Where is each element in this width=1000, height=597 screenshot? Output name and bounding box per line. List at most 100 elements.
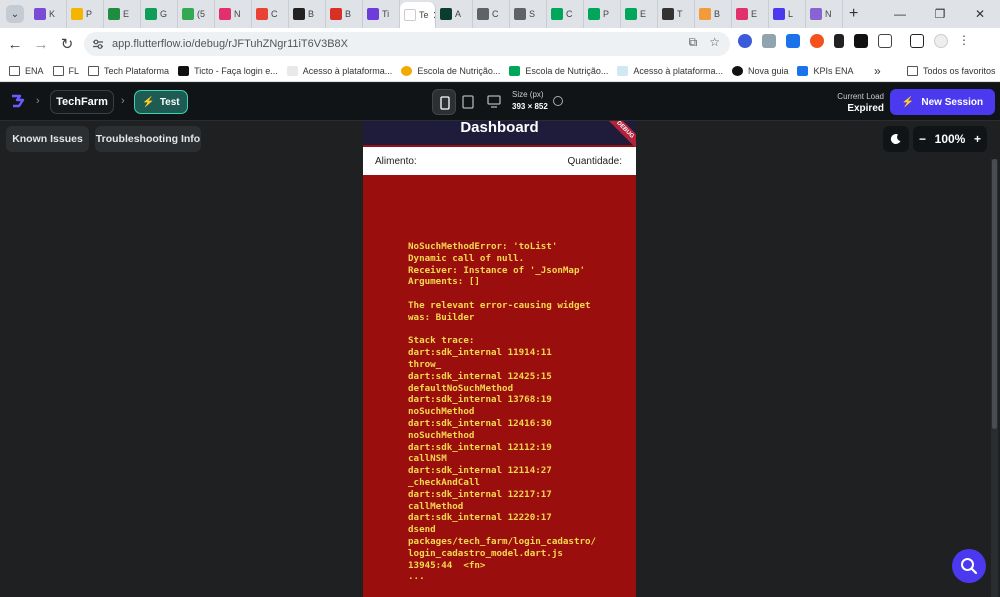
bookmark-item[interactable]: Ticto - Faça login e... (178, 65, 278, 76)
minimize-button[interactable]: — (880, 7, 920, 21)
tab-favicon (256, 8, 268, 20)
browser-tab[interactable]: C (473, 0, 510, 28)
browser-tab[interactable]: C (547, 0, 584, 28)
extension-notion-icon[interactable] (854, 34, 868, 48)
zoom-control: − 100% + (913, 126, 987, 152)
search-icon (961, 558, 978, 575)
browser-tab[interactable]: K (30, 0, 67, 28)
bookmark-item[interactable]: Acesso à plataforma... (617, 65, 723, 76)
bookmark-item[interactable]: Tech Plataforma (88, 65, 169, 76)
vertical-scrollbar[interactable] (991, 159, 998, 597)
browser-tab[interactable]: A (436, 0, 473, 28)
browser-tab[interactable]: T (658, 0, 695, 28)
bookmark-item[interactable]: ENA (9, 65, 44, 76)
tab-active[interactable]: Te ✕ (400, 2, 436, 28)
ena-icon (286, 65, 298, 76)
url-text[interactable]: app.flutterflow.io/debug/rJFTuhZNgr11iT6… (112, 38, 348, 50)
extensions-puzzle-icon[interactable] (878, 34, 892, 48)
dark-mode-toggle[interactable] (883, 126, 909, 152)
browser-tab[interactable]: Ti (363, 0, 400, 28)
app-bar: Dashboard (363, 121, 636, 145)
device-tablet-icon[interactable] (462, 95, 474, 109)
browser-tab[interactable]: E (621, 0, 658, 28)
known-issues-button[interactable]: Known Issues (6, 126, 89, 152)
bookmark-star-icon[interactable]: ☆ (709, 35, 720, 50)
open-in-app-icon[interactable]: ⧉ (689, 35, 698, 50)
browser-tab[interactable]: G (141, 0, 178, 28)
menu-kebab-icon[interactable]: ⋮ (958, 34, 970, 48)
more-bookmarks-icon[interactable]: » (874, 64, 881, 78)
moon-icon (890, 134, 901, 145)
profile-avatar[interactable] (934, 34, 948, 48)
device-desktop-icon[interactable] (487, 95, 501, 108)
tab-favicon (404, 9, 416, 21)
restore-button[interactable]: ❐ (920, 7, 960, 21)
tab-favicon (293, 8, 305, 20)
tab-favicon (182, 8, 194, 20)
bookmark-item[interactable]: Nova guia (731, 65, 788, 76)
device-size-display: Size (px) 393 × 852 (512, 89, 548, 113)
tab-label: (5 (197, 9, 206, 19)
browser-tab[interactable]: N (806, 0, 843, 28)
browser-tab[interactable]: E (104, 0, 141, 28)
search-fab-button[interactable] (952, 549, 986, 583)
test-mode-button[interactable]: ⚡ Test (134, 90, 188, 114)
scrollbar-thumb[interactable] (992, 159, 997, 429)
forward-icon[interactable]: → (28, 36, 54, 53)
column-alimento: Alimento: (375, 155, 417, 167)
browser-tab[interactable]: B (289, 0, 326, 28)
bookmark-item[interactable]: FL (52, 65, 79, 76)
zoom-in-button[interactable]: + (974, 132, 981, 146)
extension-doc-icon[interactable] (786, 34, 800, 48)
tab-label: C (492, 9, 499, 19)
bookmark-item[interactable]: Escola de Nutrição... (509, 65, 608, 76)
project-name-button[interactable]: TechFarm (50, 90, 114, 114)
side-panel-icon[interactable] (910, 34, 924, 48)
browser-tab[interactable]: B (695, 0, 732, 28)
troubleshooting-info-button[interactable]: Troubleshooting Info (95, 126, 201, 152)
folder-icon (52, 65, 64, 76)
bookmark-item[interactable]: Escola de Nutrição... (401, 65, 500, 76)
tab-label: C (271, 9, 278, 19)
breadcrumb-chevron-icon: › (121, 95, 125, 107)
bolt-icon: ⚡ (901, 96, 915, 108)
new-tab-button[interactable]: + (849, 5, 858, 23)
tab-favicon (330, 8, 342, 20)
browser-tab[interactable]: S (510, 0, 547, 28)
omnibox[interactable]: app.flutterflow.io/debug/rJFTuhZNgr11iT6… (84, 32, 730, 56)
bookmark-item[interactable]: KPIs ENA (797, 65, 854, 76)
site-settings-icon[interactable] (92, 38, 104, 50)
browser-tab[interactable]: (5 (178, 0, 215, 28)
error-message: NoSuchMethodError: 'toList' Dynamic call… (408, 241, 597, 583)
tab-search-dropdown-icon[interactable]: ⌄ (6, 5, 24, 23)
browser-tab[interactable]: B (326, 0, 363, 28)
table-header: Alimento: Quantidade: (363, 147, 636, 175)
extension-orange-icon[interactable] (810, 34, 824, 48)
close-window-button[interactable]: ✕ (960, 7, 1000, 21)
extension-gear-icon[interactable] (738, 34, 752, 48)
new-session-button[interactable]: ⚡ New Session (890, 89, 995, 115)
flutterflow-logo-icon[interactable] (9, 92, 27, 110)
browser-tab[interactable]: P (67, 0, 104, 28)
tab-label: Ti (382, 9, 390, 19)
tab-label: B (714, 9, 721, 19)
extension-code-icon[interactable] (762, 34, 776, 48)
bookmark-item[interactable]: Acesso à plataforma... (286, 65, 392, 76)
extension-pen-icon[interactable] (834, 34, 844, 48)
browser-tab[interactable]: P (584, 0, 621, 28)
back-icon[interactable]: ← (2, 36, 28, 53)
browser-tab[interactable]: C (252, 0, 289, 28)
browser-tab[interactable]: E (732, 0, 769, 28)
device-phone-button[interactable] (432, 89, 456, 115)
all-bookmarks-folder[interactable]: Todos os favoritos (907, 65, 996, 76)
info-icon[interactable] (553, 96, 563, 106)
browser-tab[interactable]: N (215, 0, 252, 28)
tab-label: L (788, 9, 794, 19)
extensions-area: ⋮ (738, 34, 970, 48)
breadcrumb-chevron-icon: › (36, 95, 40, 107)
zoom-out-button[interactable]: − (919, 132, 926, 146)
size-value: 393 × 852 (512, 102, 548, 111)
reload-icon[interactable]: ↻ (54, 35, 80, 53)
browser-tab[interactable]: L (769, 0, 806, 28)
tab-label: P (603, 9, 610, 19)
